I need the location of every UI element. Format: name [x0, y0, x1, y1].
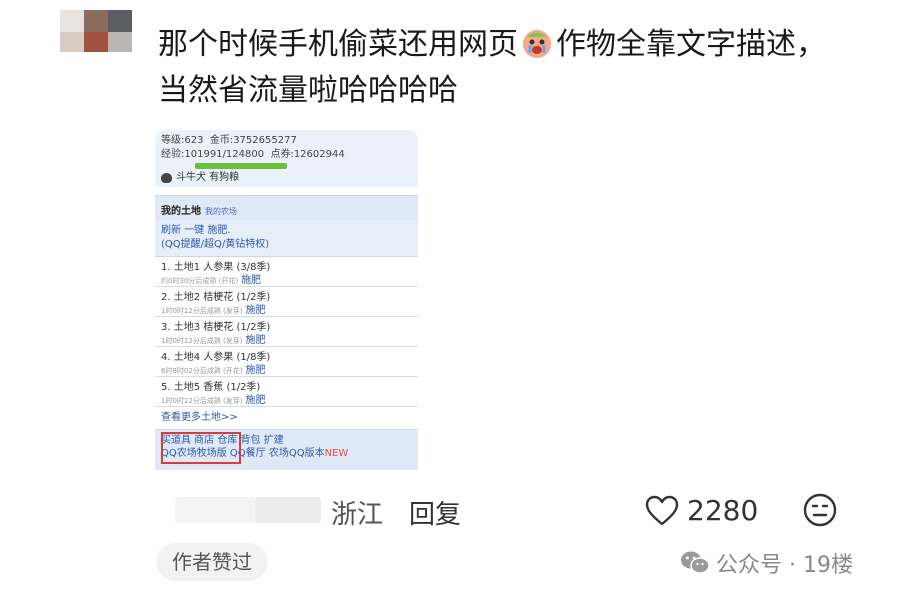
exp-progress-bar	[195, 163, 287, 169]
land-title: 2. 土地2 桔梗花 (1/2季)	[161, 292, 271, 303]
avatar[interactable]	[60, 10, 132, 52]
land-title: 4. 土地4 人参果 (1/8季)	[161, 352, 271, 363]
land-status: 1时0时12分后成熟 (发芽)	[161, 307, 243, 315]
fertilize-link[interactable]: 施肥	[246, 335, 266, 346]
highlight-box	[161, 432, 241, 464]
farm-exp: 经验:101991/124800	[161, 149, 265, 160]
comment-line2: 当然省流量啦哈哈哈哈	[158, 73, 458, 108]
source-label: 公众号 · 19楼	[716, 553, 853, 578]
farm-ops-line2[interactable]: (QQ提醒/超Q/黄钻特权)	[161, 238, 412, 252]
my-land-label: 我的土地	[161, 206, 201, 217]
land-status: 6时8时02分后成熟 (开花)	[161, 367, 243, 375]
source-footer: 公众号 · 19楼	[680, 547, 853, 579]
farm-footer-nav[interactable]: 买道具 商店 仓库 背包 扩建 QQ农场牧场版 QQ餐厅 农场QQ版本NEW	[155, 430, 418, 470]
land-row[interactable]: 3. 土地3 桔梗花 (1/2季) 1时0时12分后成熟 (发芽) 施肥	[155, 317, 418, 347]
fertilize-link[interactable]: 施肥	[246, 305, 266, 316]
fertilize-link[interactable]: 施肥	[246, 395, 266, 406]
land-status: 1时0时12分后成熟 (发芽)	[161, 337, 243, 345]
land-status: 1时0时12分后成熟 (发芽)	[161, 397, 243, 405]
new-badge: NEW	[324, 448, 349, 459]
heart-icon	[645, 495, 679, 525]
my-land-sublabel: 我的农场	[205, 207, 237, 216]
neutral-face-icon	[803, 493, 837, 527]
farm-points: 点券:12602944	[270, 149, 345, 160]
reply-button[interactable]: 回复	[409, 494, 461, 531]
farm-coins: 金币:3752655277	[209, 135, 297, 146]
farm-pet: 斗牛犬 有狗粮	[161, 171, 412, 185]
reaction-button[interactable]	[803, 493, 837, 531]
farm-screenshot-image[interactable]: 等级:623 金币:3752655277 经验:101991/124800 点券…	[155, 130, 418, 478]
land-status: 约0时30分后成熟 (开花)	[161, 277, 239, 285]
like-button[interactable]: 2280	[645, 494, 758, 527]
farm-status-header: 等级:623 金币:3752655277 经验:101991/124800 点券…	[155, 130, 418, 187]
wechat-icon	[681, 551, 710, 574]
farm-ops[interactable]: 刷新 一键 施肥. (QQ提醒/超Q/黄钻特权)	[155, 220, 418, 257]
crying-face-icon	[521, 27, 553, 59]
comment-line1-part2: 作物全靠文字描述，	[556, 27, 826, 62]
timestamp-blurred	[255, 497, 321, 523]
fertilize-link[interactable]: 施肥	[246, 365, 266, 376]
land-title: 1. 土地1 人参果 (3/8季)	[161, 262, 271, 273]
more-lands-link[interactable]: 查看更多土地>>	[155, 407, 418, 430]
location-label: 浙江	[331, 500, 384, 530]
land-title: 3. 土地3 桔梗花 (1/2季)	[161, 322, 271, 333]
farm-level: 等级:623	[161, 135, 204, 146]
land-row[interactable]: 2. 土地2 桔梗花 (1/2季) 1时0时12分后成熟 (发芽) 施肥	[155, 287, 418, 317]
farm-ops-line1[interactable]: 刷新 一键 施肥.	[161, 224, 412, 238]
fertilize-link[interactable]: 施肥	[241, 275, 261, 286]
farm-pet-label: 斗牛犬 有狗粮	[176, 172, 240, 183]
comment-text: 那个时候手机偷菜还用网页 作物全靠文字描述， 当然省流量啦哈哈哈哈	[158, 22, 858, 114]
land-title: 5. 土地5 香蕉 (1/2季)	[161, 382, 261, 393]
land-row[interactable]: 1. 土地1 人参果 (3/8季) 约0时30分后成熟 (开花) 施肥	[155, 257, 418, 287]
land-row[interactable]: 5. 土地5 香蕉 (1/2季) 1时0时12分后成熟 (发芽) 施肥	[155, 377, 418, 407]
dog-icon	[161, 173, 172, 183]
author-liked-badge: 作者赞过	[156, 543, 268, 581]
my-land-heading: 我的土地 我的农场	[155, 195, 418, 220]
land-row[interactable]: 4. 土地4 人参果 (1/8季) 6时8时02分后成熟 (开花) 施肥	[155, 347, 418, 377]
like-count: 2280	[687, 494, 759, 527]
comment-line1-part1: 那个时候手机偷菜还用网页	[158, 27, 518, 62]
username-blurred	[175, 497, 255, 523]
